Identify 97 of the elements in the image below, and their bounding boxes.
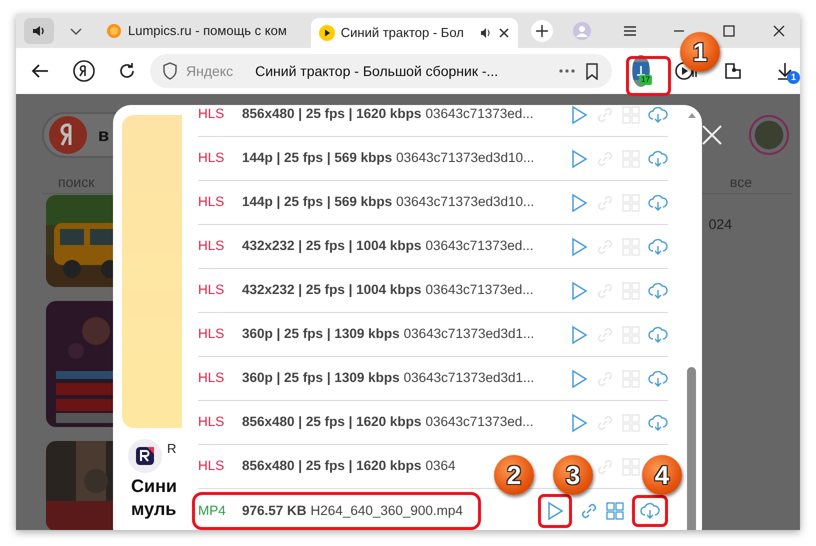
play-icon[interactable] xyxy=(570,368,588,388)
close-icon[interactable] xyxy=(498,27,510,39)
speaker-icon xyxy=(32,25,46,37)
format-label: HLS xyxy=(198,413,226,432)
extension-button[interactable]: 17 xyxy=(632,55,650,87)
play-icon[interactable] xyxy=(570,192,588,212)
address-bar[interactable]: Яндекс Синий трактор - Большой сборник -... xyxy=(150,54,612,88)
channel-name: R xyxy=(167,440,176,458)
close-icon[interactable] xyxy=(772,24,786,38)
bookmark-icon[interactable] xyxy=(584,62,600,80)
cloud-download-icon[interactable] xyxy=(648,238,668,256)
play-icon[interactable] xyxy=(570,148,588,168)
file-name: 03643c71373ed3d1... xyxy=(404,369,534,388)
maximize-icon[interactable] xyxy=(722,24,736,38)
play-icon xyxy=(318,25,335,41)
media-item[interactable]: HLS 144p | 25 fps | 569 kbps 03643c71373ed3d10... xyxy=(198,189,546,216)
media-spec: 856x480 | 25 fps | 1620 kbps xyxy=(242,457,422,476)
file-name: 03643c71373ed... xyxy=(425,237,534,256)
yandex-logo-icon[interactable] xyxy=(72,59,96,83)
cloud-download-icon[interactable] xyxy=(648,282,668,300)
media-spec: 432x232 | 25 fps | 1004 kbps xyxy=(242,281,422,300)
format-label: HLS xyxy=(198,149,226,168)
shield-icon xyxy=(162,62,178,80)
format-label: HLS xyxy=(198,237,226,256)
site-name: Яндекс xyxy=(186,62,234,81)
cloud-download-icon[interactable] xyxy=(648,194,668,212)
speaker-icon[interactable] xyxy=(480,27,492,39)
media-item[interactable]: HLS 432x232 | 25 fps | 1004 kbps 03643c71373ed... xyxy=(198,233,546,260)
more-icon[interactable] xyxy=(558,68,576,74)
media-spec: 360p | 25 fps | 1309 kbps xyxy=(242,325,400,344)
grid-icon[interactable] xyxy=(606,502,624,520)
media-item[interactable]: HLS 856x480 | 25 fps | 1620 kbps 03643c71373ed... xyxy=(198,409,546,436)
play-icon[interactable] xyxy=(570,324,588,344)
extension-badge: 17 xyxy=(639,75,652,85)
media-item[interactable]: HLS 360p | 25 fps | 1309 kbps 03643c71373ed3d1... xyxy=(198,321,546,348)
play-icon[interactable] xyxy=(570,412,588,432)
link-icon[interactable] xyxy=(580,502,598,520)
file-name: 03643c71373ed3d10... xyxy=(396,149,534,168)
media-item[interactable]: HLS 432x232 | 25 fps | 1004 kbps 03643c71373ed... xyxy=(198,277,546,304)
date-text: 024 xyxy=(708,215,732,234)
cloud-download-icon[interactable] xyxy=(648,326,668,344)
format-label: HLS xyxy=(198,281,226,300)
page-title: Синий трактор - Большой сборник -... xyxy=(255,62,500,81)
format-label: HLS xyxy=(198,457,226,476)
cloud-download-icon[interactable] xyxy=(648,150,668,168)
media-item[interactable]: HLS 856x480 | 25 fps | 1620 kbps 03643c71373ed... xyxy=(198,105,546,128)
media-item[interactable]: HLS 144p | 25 fps | 569 kbps 03643c71373ed3d10... xyxy=(198,145,546,172)
media-spec: 856x480 | 25 fps | 1620 kbps xyxy=(242,105,422,124)
file-name: H264_640_360_900.mp4 xyxy=(310,502,463,520)
profile-icon[interactable] xyxy=(572,21,592,41)
search-text: в xyxy=(98,124,110,146)
media-spec: 144p | 25 fps | 569 kbps xyxy=(242,149,392,168)
cloud-download-icon[interactable] xyxy=(648,414,668,432)
highlight-frame xyxy=(626,56,671,96)
file-name: 03643c71373ed3d1... xyxy=(404,325,534,344)
play-icon[interactable] xyxy=(538,494,572,528)
sidebar-icon[interactable] xyxy=(722,60,744,82)
media-item[interactable]: MP4 976.57 KB H264_640_360_900.mp4 xyxy=(198,498,475,524)
tab-title: Синий трактор - Бол xyxy=(340,24,464,42)
file-name: 03643c71373ed... xyxy=(425,281,534,300)
media-spec: 144p | 25 fps | 569 kbps xyxy=(242,193,392,212)
tab-title: Lumpics.ru - помощь с ком xyxy=(128,22,287,40)
format-label: HLS xyxy=(198,105,226,124)
cloud-download-icon[interactable] xyxy=(632,495,668,527)
avatar[interactable] xyxy=(749,115,789,155)
format-label: HLS xyxy=(198,325,226,344)
media-spec: 856x480 | 25 fps | 1620 kbps xyxy=(242,413,422,432)
cloud-download-icon[interactable] xyxy=(648,370,668,388)
yandex-logo-icon xyxy=(48,115,88,155)
format-label: MP4 xyxy=(198,502,227,520)
media-spec: 360p | 25 fps | 1309 kbps xyxy=(242,369,400,388)
media-item[interactable]: HLS 856x480 | 25 fps | 1620 kbps 0364 xyxy=(198,453,468,480)
scrollbar-thumb[interactable] xyxy=(687,367,696,530)
play-icon[interactable] xyxy=(570,236,588,256)
download-count-badge: 1 xyxy=(787,71,800,84)
cloud-download-icon[interactable] xyxy=(648,106,668,124)
new-tab-icon[interactable] xyxy=(530,19,554,43)
file-name: 03643c71373ed3d10... xyxy=(396,193,534,212)
play-icon[interactable] xyxy=(570,105,588,124)
channel-logo-icon xyxy=(128,439,162,473)
file-name: 0364 xyxy=(425,457,456,476)
file-name: 03643c71373ed... xyxy=(425,413,534,432)
play-icon[interactable] xyxy=(570,280,588,300)
file-name: 03643c71373ed... xyxy=(425,105,534,124)
media-item[interactable]: HLS 360p | 25 fps | 1309 kbps 03643c71373ed3d1... xyxy=(198,365,546,392)
scroll-up-icon[interactable] xyxy=(687,111,697,119)
fruit-icon xyxy=(106,23,122,39)
browser-tab[interactable]: Синий трактор - Бол xyxy=(310,18,518,48)
format-label: HLS xyxy=(198,369,226,388)
speaker-button[interactable] xyxy=(24,18,54,44)
video-title-line: Сини xyxy=(131,475,178,498)
video-title-line: муль xyxy=(131,498,178,521)
format-label: HLS xyxy=(198,193,226,212)
media-spec: 432x232 | 25 fps | 1004 kbps xyxy=(242,237,422,256)
browser-tab[interactable]: Lumpics.ru - помощь с ком xyxy=(98,17,295,45)
menu-icon[interactable] xyxy=(622,24,638,38)
media-spec: 976.57 KB xyxy=(242,502,307,520)
